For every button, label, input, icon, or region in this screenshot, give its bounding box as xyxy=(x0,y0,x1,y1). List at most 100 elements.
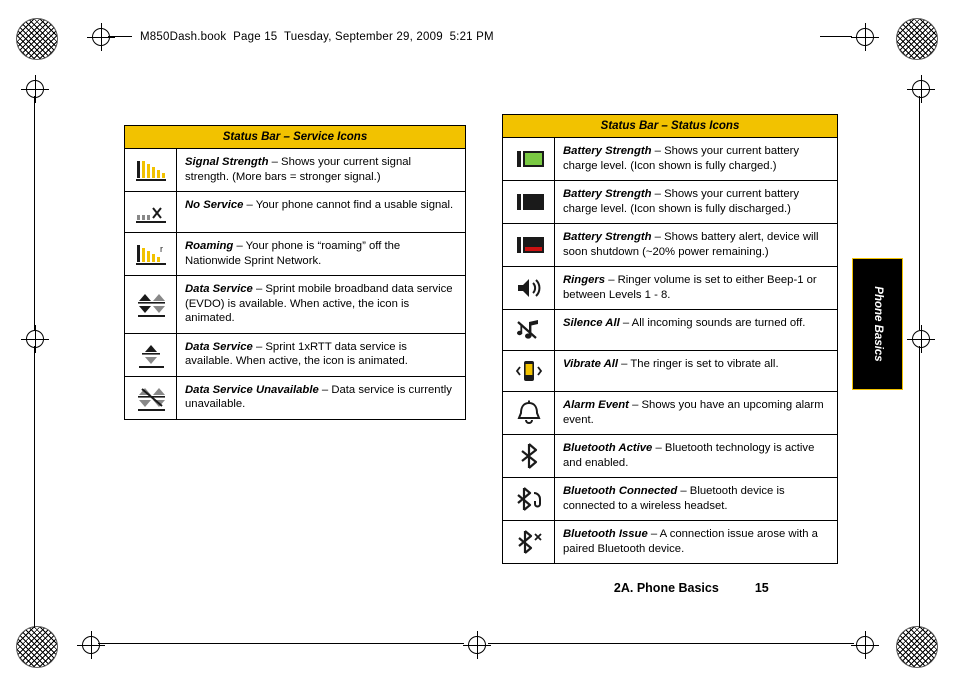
term-label: Data Service xyxy=(185,340,253,353)
term-label: Bluetooth Active xyxy=(563,442,653,454)
term-description: – The ringer is set to vibrate all. xyxy=(618,358,779,370)
table-cell-description: Vibrate All – The ringer is set to vibra… xyxy=(555,351,837,391)
table-service-icons-caption: Status Bar – Service Icons xyxy=(125,126,465,149)
crop-line-top-horizontal-right xyxy=(820,36,852,37)
signal-strength-icon xyxy=(125,149,177,191)
term-label: Data Service Unavailable xyxy=(185,383,319,396)
crop-line-right-vertical xyxy=(919,96,920,330)
table-cell-description: Battery Strength – Shows battery alert, … xyxy=(555,224,837,266)
vibrate-all-icon xyxy=(503,351,555,391)
table-cell-description: Ringers – Ringer volume is set to either… xyxy=(555,267,837,309)
page-footer: 2A. Phone Basics 15 xyxy=(600,567,769,609)
term-label: Roaming xyxy=(185,240,234,252)
silence-all-icon xyxy=(503,310,555,350)
term-label: Battery Strength xyxy=(563,231,652,243)
table-cell-description: Silence All – All incoming sounds are tu… xyxy=(555,310,837,350)
table-row: No Service – Your phone cannot find a us… xyxy=(125,192,465,233)
data-service-evdo-icon-art xyxy=(137,294,165,318)
term-label: Battery Strength xyxy=(563,188,652,200)
battery-alert-icon xyxy=(503,224,555,266)
data-service-1xrtt-icon-art xyxy=(138,344,164,368)
term-label: No Service xyxy=(185,199,244,211)
alarm-event-icon xyxy=(503,392,555,434)
table-row: Signal Strength – Shows your current sig… xyxy=(125,149,465,192)
chapter-side-tab: Phone Basics xyxy=(852,258,903,390)
data-service-unavailable-icon-art xyxy=(137,387,165,411)
registration-hatch-top-left xyxy=(16,18,58,60)
registration-mark-right-upper xyxy=(907,75,935,103)
crop-line-bottom-horizontal-left xyxy=(98,643,464,644)
battery-empty-icon-art xyxy=(516,194,544,210)
registration-hatch-bottom-right xyxy=(896,626,938,668)
registration-hatch-bottom-left xyxy=(16,626,58,668)
table-cell-description: Signal Strength – Shows your current sig… xyxy=(177,149,465,191)
term-label: Alarm Event xyxy=(563,399,629,411)
silence-all-icon-art xyxy=(516,320,538,339)
registration-mark-top-center-left xyxy=(87,23,115,51)
battery-empty-icon xyxy=(503,181,555,223)
registration-hatch-top-right xyxy=(896,18,938,60)
table-cell-description: Data Service – Sprint 1xRTT data service… xyxy=(177,334,465,376)
data-service-evdo-icon xyxy=(125,276,177,333)
bluetooth-active-icon-art xyxy=(520,443,537,469)
table-row: r Roaming – Your phone is “roaming” off … xyxy=(125,233,465,276)
term-label: Silence All xyxy=(563,317,620,329)
term-label: Signal Strength xyxy=(185,156,269,168)
no-service-icon-art xyxy=(135,207,166,223)
term-label: Data Service xyxy=(185,283,253,295)
alarm-event-icon-art xyxy=(517,400,540,424)
registration-mark-top-center-right xyxy=(851,23,879,51)
term-description: – All incoming sounds are turned off. xyxy=(619,317,806,329)
bluetooth-connected-icon xyxy=(503,478,555,520)
footer-page-number: 15 xyxy=(754,581,769,595)
crop-line-right-vertical-lower xyxy=(919,346,920,628)
term-label: Ringers xyxy=(563,274,606,286)
registration-mark-bottom-right xyxy=(851,631,879,659)
term-label: Bluetooth Issue xyxy=(563,528,648,540)
registration-mark-left-middle xyxy=(21,325,49,353)
data-service-unavailable-icon xyxy=(125,376,177,419)
table-cell-description: Roaming – Your phone is “roaming” off th… xyxy=(177,233,465,275)
ringer-icon-art xyxy=(517,279,540,297)
crop-line-bottom-horizontal-right xyxy=(488,643,854,644)
table-row: Bluetooth Issue – A connection issue aro… xyxy=(503,521,837,563)
registration-mark-left-upper xyxy=(21,75,49,103)
data-service-1xrtt-icon xyxy=(125,333,177,376)
crop-line-left-vertical-lower xyxy=(34,346,35,628)
table-row: Ringers – Ringer volume is set to either… xyxy=(503,267,837,310)
ringer-icon xyxy=(503,267,555,309)
table-row: Data Service – Sprint 1xRTT data service… xyxy=(125,333,465,377)
roaming-icon: r xyxy=(125,233,177,275)
book-header-text: M850Dash.book Page 15 Tuesday, September… xyxy=(140,31,494,43)
term-label: Battery Strength xyxy=(563,145,652,157)
registration-mark-right-middle xyxy=(907,325,935,353)
table-row: Silence All – All incoming sounds are tu… xyxy=(503,310,837,351)
battery-full-icon-art xyxy=(516,151,544,167)
battery-alert-icon-art xyxy=(516,237,544,253)
table-cell-description: Battery Strength – Shows your current ba… xyxy=(555,181,837,223)
chapter-side-tab-label: Phone Basics xyxy=(871,286,884,362)
table-cell-description: Data Service Unavailable – Data service … xyxy=(177,377,465,419)
table-cell-description: Data Service – Sprint mobile broadband d… xyxy=(177,276,465,333)
table-row: Alarm Event – Shows you have an upcoming… xyxy=(503,392,837,435)
registration-mark-bottom-center xyxy=(463,631,491,659)
table-status-icons-caption: Status Bar – Status Icons xyxy=(503,115,837,138)
roaming-icon-art: r xyxy=(135,244,166,265)
vibrate-all-icon-art xyxy=(515,361,542,381)
table-cell-description: Alarm Event – Shows you have an upcoming… xyxy=(555,392,837,434)
table-row: Battery Strength – Shows your current ba… xyxy=(503,181,837,224)
table-status-icons: Status Bar – Status Icons Battery Streng… xyxy=(502,114,838,564)
printed-page: M850Dash.book Page 15 Tuesday, September… xyxy=(0,0,954,682)
crop-line-left-vertical xyxy=(34,96,35,330)
crop-line-top-horizontal-left xyxy=(108,36,132,37)
table-row: Data Service – Sprint mobile broadband d… xyxy=(125,276,465,334)
table-cell-description: No Service – Your phone cannot find a us… xyxy=(177,192,465,232)
table-row: Battery Strength – Shows your current ba… xyxy=(503,138,837,181)
term-description: – Your phone cannot find a usable signal… xyxy=(243,199,454,211)
bluetooth-active-icon xyxy=(503,435,555,477)
table-cell-description: Bluetooth Active – Bluetooth technology … xyxy=(555,435,837,477)
no-service-icon xyxy=(125,192,177,232)
battery-full-icon xyxy=(503,138,555,180)
table-row: Bluetooth Connected – Bluetooth device i… xyxy=(503,478,837,521)
table-row: Bluetooth Active – Bluetooth technology … xyxy=(503,435,837,478)
